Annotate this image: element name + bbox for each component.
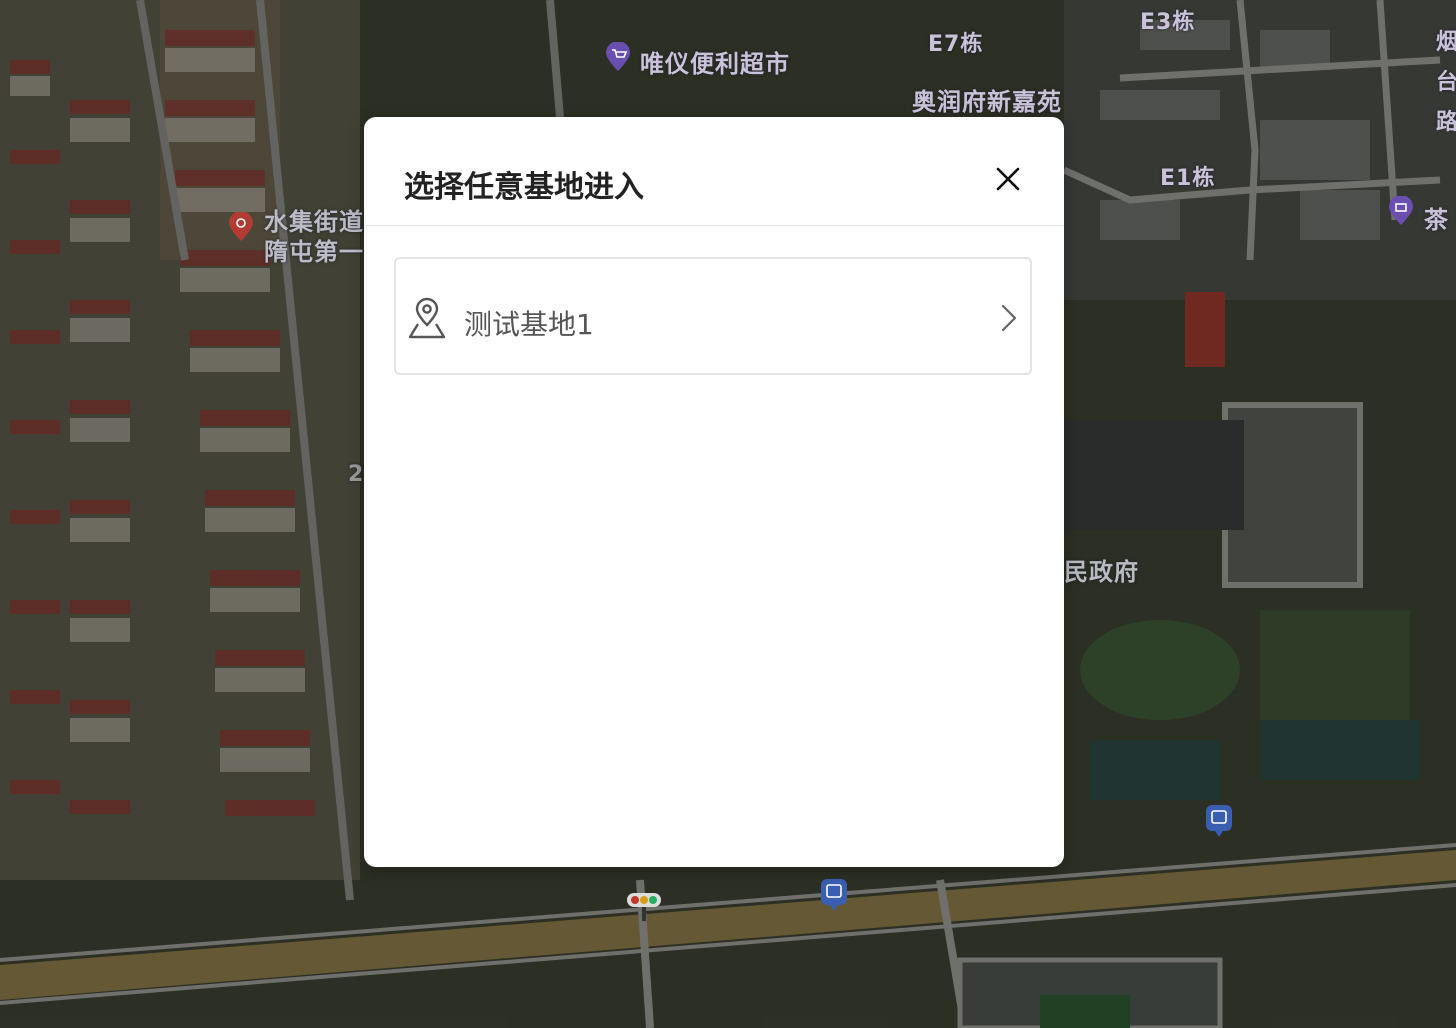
close-icon[interactable] bbox=[992, 163, 1024, 195]
location-pin-icon bbox=[408, 297, 446, 339]
map-label-number: 2 bbox=[348, 462, 365, 487]
base-name: 测试基地1 bbox=[464, 308, 594, 341]
clinic-pin-icon[interactable] bbox=[228, 212, 254, 242]
map-label-gov: 民政府 bbox=[1064, 558, 1139, 586]
shopping-cart-pin-icon[interactable] bbox=[605, 42, 631, 72]
map-label-road-1: 烟 bbox=[1436, 30, 1456, 55]
map-label-complex: 奥润府新嘉苑 bbox=[912, 88, 1062, 116]
select-base-dialog: 选择任意基地进入 测试基地1 bbox=[364, 117, 1064, 867]
map-label-e3: E3栋 bbox=[1140, 10, 1196, 35]
base-list-item[interactable]: 测试基地1 bbox=[394, 257, 1032, 375]
map-label-road-3: 路 bbox=[1436, 110, 1456, 135]
bus-stop-icon[interactable] bbox=[820, 878, 848, 912]
map-label-road-2: 台 bbox=[1436, 70, 1456, 95]
dialog-header: 选择任意基地进入 bbox=[364, 117, 1064, 226]
map-label-store: 唯仪便利超市 bbox=[640, 50, 790, 78]
dialog-title: 选择任意基地进入 bbox=[404, 170, 644, 205]
map-label-e7: E7栋 bbox=[928, 32, 984, 57]
tea-shop-pin-icon[interactable] bbox=[1388, 196, 1414, 226]
traffic-light-icon[interactable] bbox=[626, 892, 662, 922]
map-label-clinic-line2: 隋屯第一 bbox=[264, 238, 364, 266]
chevron-right-icon bbox=[1001, 304, 1017, 332]
map-label-tea: 茶 bbox=[1424, 206, 1449, 234]
bus-stop-icon[interactable] bbox=[1205, 804, 1233, 838]
map-label-e1: E1栋 bbox=[1160, 166, 1216, 191]
